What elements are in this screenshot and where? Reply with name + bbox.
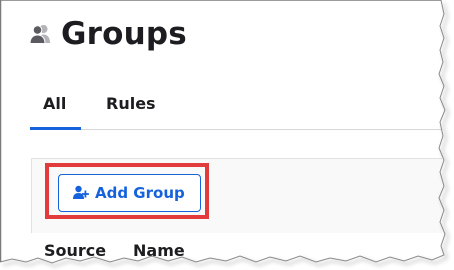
screenshot-canvas: Groups All Rules Add Group Source Name [0,0,454,270]
torn-edge-frame [0,0,454,270]
